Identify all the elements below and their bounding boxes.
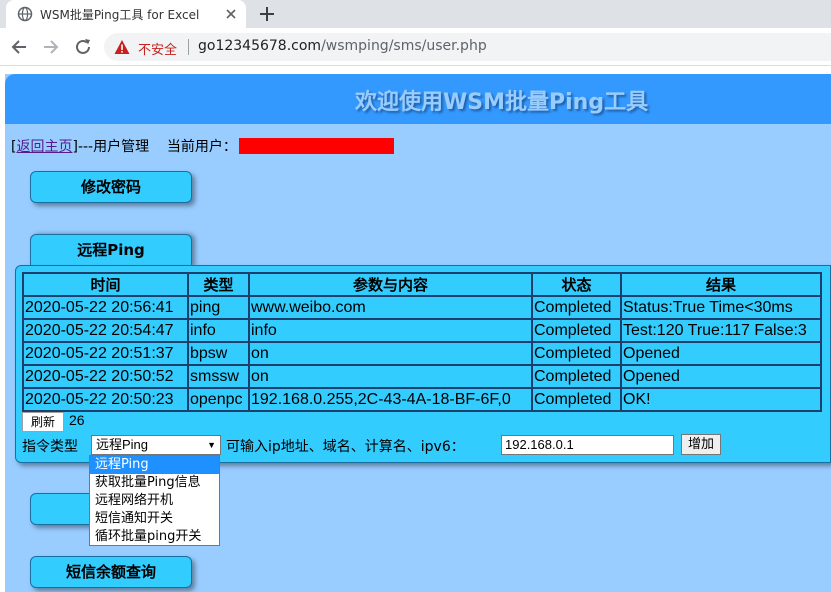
command-selected-value: 远程Ping <box>96 437 149 452</box>
header-banner: 欢迎使用WSM批量Ping工具 <box>5 74 831 124</box>
current-user-label: 当前用户： <box>166 139 237 155</box>
cell-result: Test:120 True:117 False:3 <box>620 318 822 343</box>
column-header: 参数与内容 <box>248 272 533 297</box>
cell-time: 2020-05-22 20:56:41 <box>22 295 189 320</box>
table-row: 2020-05-22 20:51:37 bpsw on Completed Op… <box>22 341 822 366</box>
cell-status: Completed <box>531 341 622 366</box>
security-status[interactable]: 不安全 <box>138 39 177 58</box>
tab-strip: WSM批量Ping工具 for Excel <box>0 0 831 28</box>
back-arrow-icon[interactable] <box>10 38 28 56</box>
dropdown-option[interactable]: 循环批量ping开关 <box>90 528 219 546</box>
cell-time: 2020-05-22 20:50:52 <box>22 364 189 389</box>
url-host: go12345678.com <box>198 38 322 54</box>
cell-result: OK! <box>620 387 822 412</box>
cell-type: info <box>187 318 250 343</box>
cell-params: on <box>248 364 533 389</box>
ping-log-table: 时间 类型 参数与内容 状态 结果 2020-05-22 20:56:41 pi… <box>22 272 822 412</box>
dropdown-option[interactable]: 远程网络开机 <box>90 492 219 510</box>
dropdown-option[interactable]: 远程Ping <box>90 456 219 474</box>
divider <box>188 39 189 55</box>
tab-title: WSM批量Ping工具 for Excel <box>40 8 200 22</box>
cell-result: Opened <box>620 364 822 389</box>
cell-params: on <box>248 341 533 366</box>
page-title: 欢迎使用WSM批量Ping工具 <box>355 90 649 115</box>
cell-params: info <box>248 318 533 343</box>
close-icon[interactable] <box>224 7 238 21</box>
cell-type: bpsw <box>187 341 250 366</box>
column-header: 类型 <box>187 272 250 297</box>
add-button[interactable]: 增加 <box>681 434 721 455</box>
new-tab-plus-icon[interactable] <box>258 5 276 23</box>
dropdown-arrow-icon: ▼ <box>207 440 216 450</box>
user-bar: [返回主页]---用户管理 当前用户： <box>11 136 394 156</box>
warning-icon[interactable] <box>114 39 130 55</box>
command-type-dropdown: 远程Ping 获取批量Ping信息 远程网络开机 短信通知开关 循环批量ping… <box>89 455 220 546</box>
browser-tab[interactable]: WSM批量Ping工具 for Excel <box>6 0 246 28</box>
cell-params: www.weibo.com <box>248 295 533 320</box>
column-header: 时间 <box>22 272 189 297</box>
remote-ping-button[interactable]: 远程Ping <box>30 234 192 267</box>
table-row: 2020-05-22 20:50:52 smssw on Completed O… <box>22 364 822 389</box>
cell-params: 192.168.0.255,2C-43-4A-18-BF-6F,0 <box>248 387 533 412</box>
cell-result: Status:True Time<30ms <box>620 295 822 320</box>
globe-icon <box>17 6 33 22</box>
url-path: /wsmping/sms/user.php <box>321 38 487 54</box>
browser-toolbar: 不安全 go12345678.com/wsmping/sms/user.php <box>0 28 831 66</box>
cell-time: 2020-05-22 20:54:47 <box>22 318 189 343</box>
table-header-row: 时间 类型 参数与内容 状态 结果 <box>22 272 822 297</box>
column-header: 结果 <box>620 272 822 297</box>
command-type-label: 指令类型 <box>22 439 78 455</box>
cell-time: 2020-05-22 20:51:37 <box>22 341 189 366</box>
section-label: ---用户管理 <box>77 139 150 155</box>
dropdown-option[interactable]: 短信通知开关 <box>90 510 219 528</box>
forward-arrow-icon[interactable] <box>42 38 60 56</box>
cell-type: smssw <box>187 364 250 389</box>
ip-address-input[interactable]: 192.168.0.1 <box>501 435 674 455</box>
table-row: 2020-05-22 20:50:23 openpc 192.168.0.255… <box>22 387 822 412</box>
cell-status: Completed <box>531 318 622 343</box>
refresh-button[interactable]: 刷新 <box>22 412 64 432</box>
column-header: 状态 <box>531 272 622 297</box>
table-row: 2020-05-22 20:54:47 info info Completed … <box>22 318 822 343</box>
reload-icon[interactable] <box>74 38 92 56</box>
cell-time: 2020-05-22 20:50:23 <box>22 387 189 412</box>
dropdown-option[interactable]: 获取批量Ping信息 <box>90 474 219 492</box>
cell-status: Completed <box>531 295 622 320</box>
remote-ping-panel: 时间 类型 参数与内容 状态 结果 2020-05-22 20:56:41 pi… <box>15 265 831 463</box>
cell-type: ping <box>187 295 250 320</box>
change-password-button[interactable]: 修改密码 <box>30 171 192 203</box>
sms-balance-button[interactable]: 短信余额查询 <box>30 556 192 588</box>
record-count: 26 <box>69 412 85 428</box>
address-bar[interactable]: 不安全 go12345678.com/wsmping/sms/user.php <box>104 33 831 61</box>
cell-status: Completed <box>531 364 622 389</box>
cell-status: Completed <box>531 387 622 412</box>
command-type-select[interactable]: 远程Ping ▼ <box>91 435 221 455</box>
url-text[interactable]: go12345678.com/wsmping/sms/user.php <box>198 38 487 54</box>
cell-type: openpc <box>187 387 250 412</box>
cell-result: Opened <box>620 341 822 366</box>
back-home-link[interactable]: 返回主页 <box>16 139 72 155</box>
table-row: 2020-05-22 20:56:41 ping www.weibo.com C… <box>22 295 822 320</box>
redacted-username <box>238 138 394 154</box>
ip-input-label: 可输入ip地址、域名、计算名、ipv6： <box>226 439 465 455</box>
